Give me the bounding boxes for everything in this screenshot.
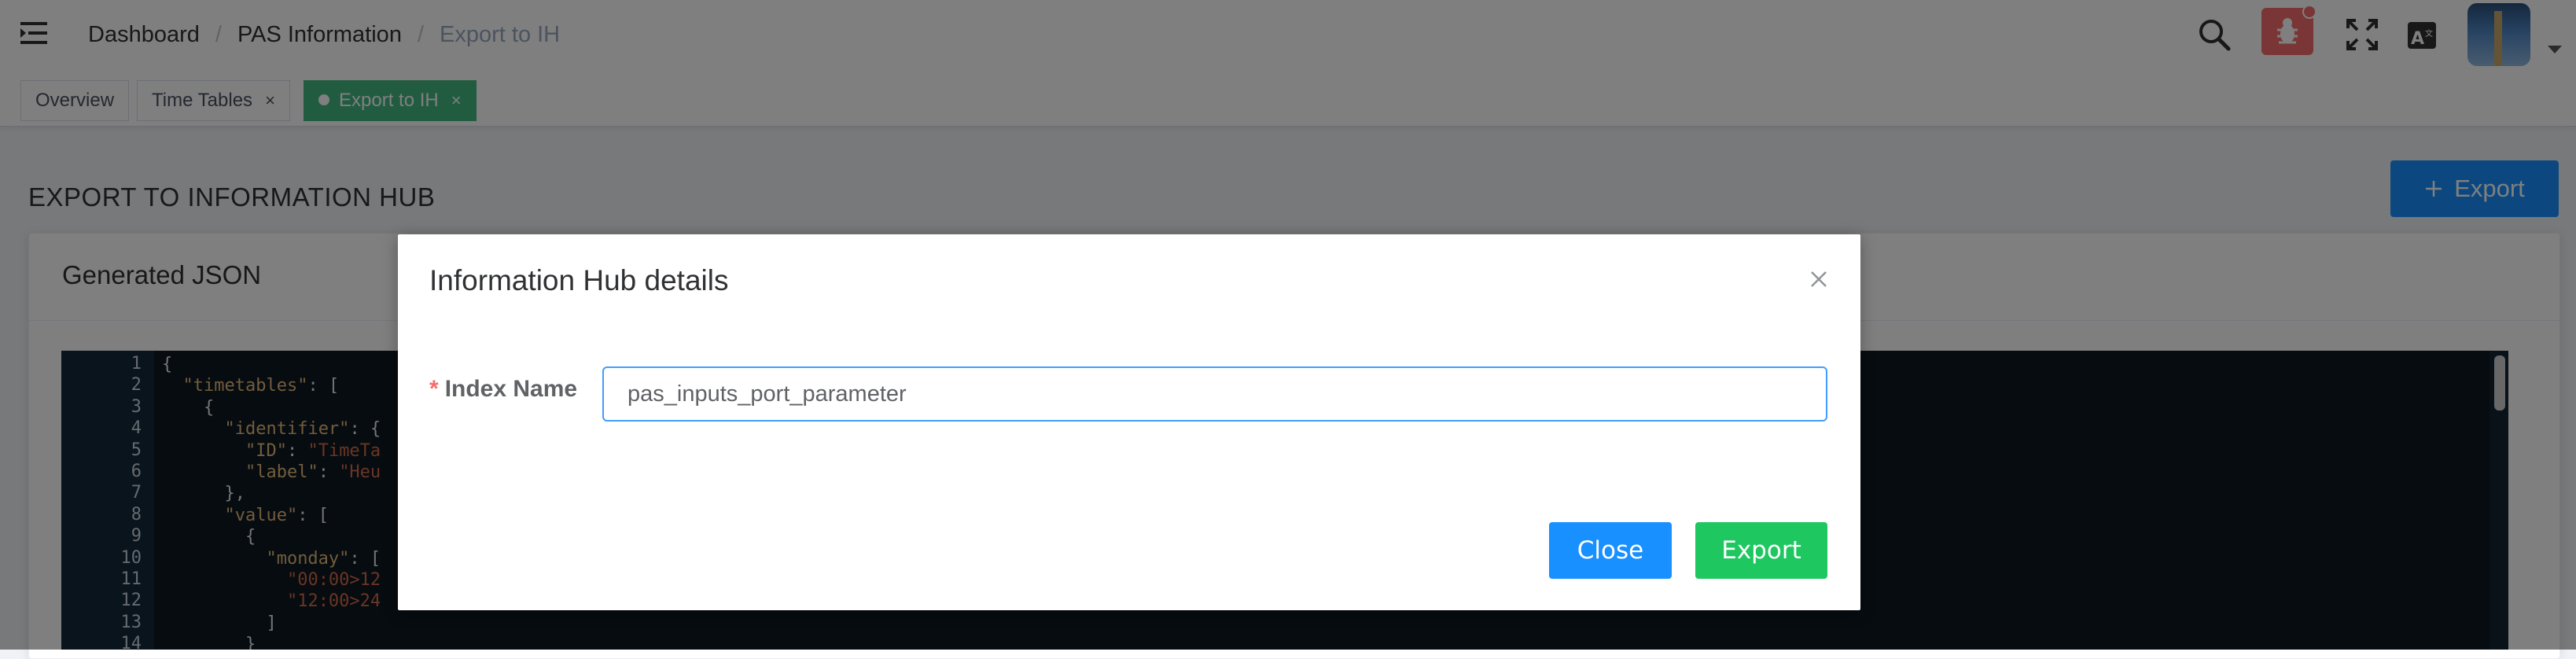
close-button[interactable]: Close [1549, 522, 1672, 579]
required-mark: * [429, 376, 439, 402]
index-name-label-text: Index Name [444, 376, 578, 402]
close-icon[interactable] [1805, 266, 1832, 293]
dialog-title: Information Hub details [429, 264, 729, 296]
information-hub-dialog: Information Hub details *Index Name Clos… [398, 234, 1860, 610]
index-name-label: * Index Name [429, 376, 577, 403]
dialog-export-button[interactable]: Export [1695, 522, 1827, 579]
index-name-input[interactable] [602, 366, 1827, 422]
